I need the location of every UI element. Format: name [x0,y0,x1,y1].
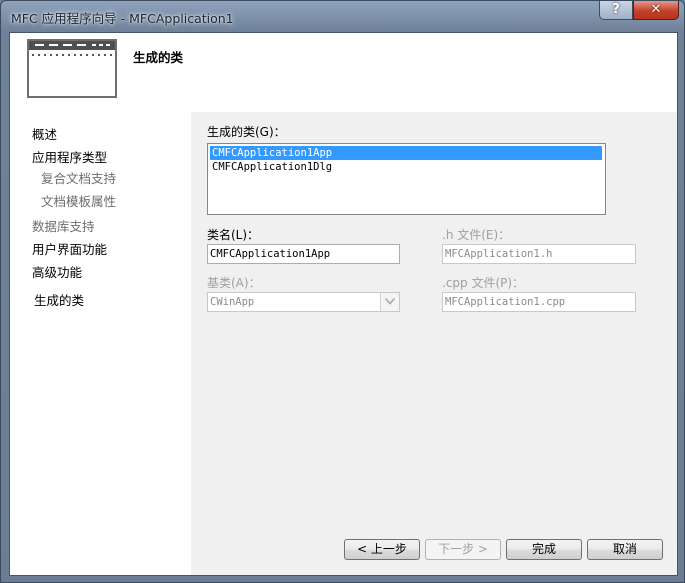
finish-button[interactable]: 完成 [506,539,582,560]
close-button[interactable]: ✕ [633,1,679,20]
class-name-label: 类名(L)： [207,228,260,242]
window-title: MFC 应用程序向导 - MFCApplication1 [11,11,234,26]
generated-classes-list[interactable]: CMFCApplication1App CMFCApplication1Dlg [207,143,606,215]
cpp-file-field: MFCApplication1.cpp [442,292,636,312]
base-class-combo: CWinApp [207,292,400,312]
wizard-client-area: 生成的类 概述 应用程序类型 复合文档支持 文档模板属性 数据库支持 用户界面功… [9,32,678,576]
chevron-down-icon [380,293,399,311]
nav-item-compound-document: 复合文档支持 [41,171,117,186]
title-bar[interactable]: MFC 应用程序向导 - MFCApplication1 ? ✕ [1,1,684,31]
list-item[interactable]: CMFCApplication1Dlg [210,160,602,174]
list-item[interactable]: CMFCApplication1App [210,146,602,160]
nav-item-application-type[interactable]: 应用程序类型 [32,147,107,166]
generated-classes-label: 生成的类(G)： [207,125,286,139]
h-file-label: .h 文件(E)： [442,228,511,242]
base-class-label: 基类(A)： [207,276,261,290]
nav-item-document-template: 文档模板属性 [41,194,117,209]
wizard-header: 生成的类 [10,33,677,112]
page-title: 生成的类 [133,50,184,65]
cpp-file-label: .cpp 文件(P)： [442,276,525,290]
h-file-field: MFCApplication1.h [442,244,636,264]
nav-item-advanced-features[interactable]: 高级功能 [32,262,82,281]
cancel-button[interactable]: 取消 [587,539,663,560]
help-button[interactable]: ? [599,1,633,20]
nav-item-generated-classes[interactable]: 生成的类 [32,290,87,309]
next-button: 下一步 > [425,539,501,560]
wizard-window: MFC 应用程序向导 - MFCApplication1 ? ✕ 生成的类 概述… [0,0,685,583]
nav-item-ui-features[interactable]: 用户界面功能 [32,239,107,258]
wizard-window-icon [27,39,117,98]
previous-button[interactable]: < 上一步 [344,539,420,560]
nav-item-overview[interactable]: 概述 [32,124,57,143]
nav-item-database-support: 数据库支持 [32,219,95,234]
base-class-value: CWinApp [210,296,255,308]
wizard-nav: 概述 应用程序类型 复合文档支持 文档模板属性 数据库支持 用户界面功能 高级功… [10,112,191,575]
class-name-field[interactable]: CMFCApplication1App [207,244,400,264]
